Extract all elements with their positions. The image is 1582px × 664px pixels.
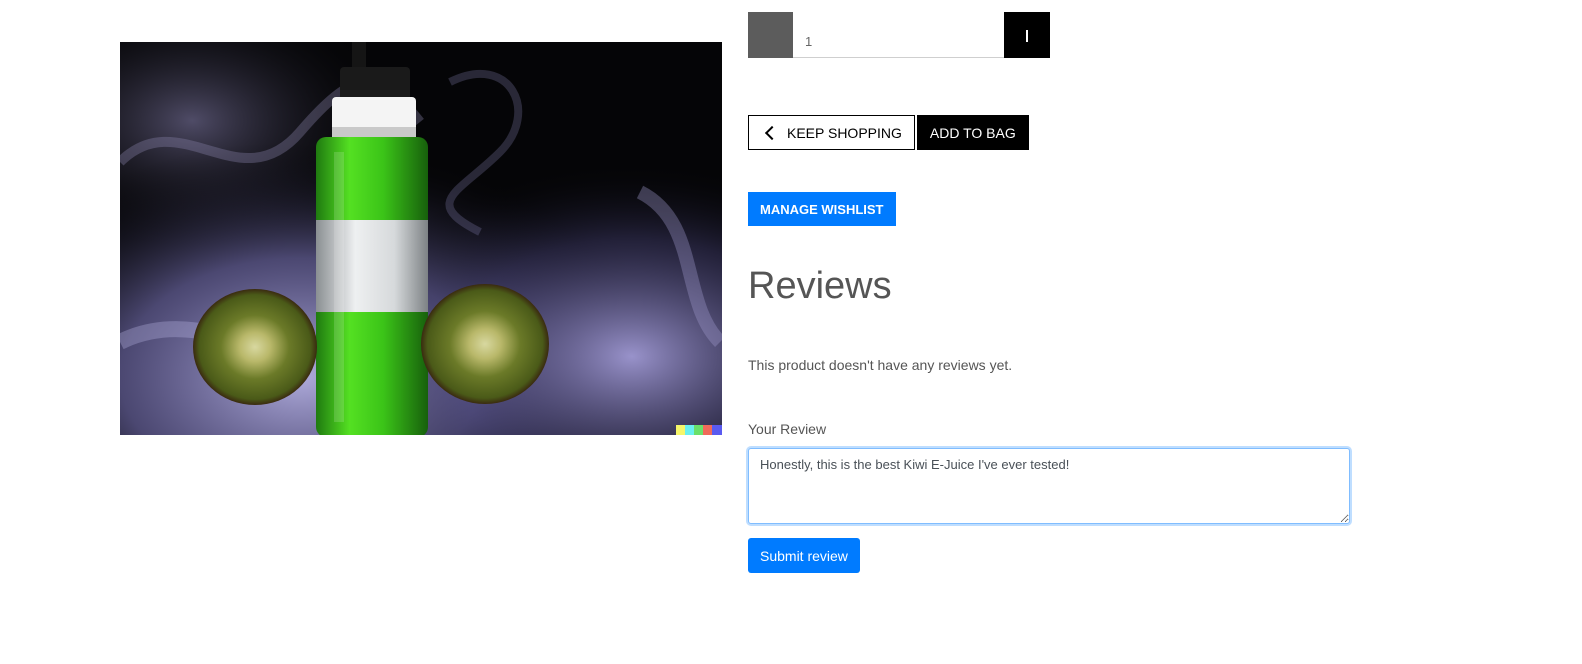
review-field-label: Your Review [748,421,827,437]
reviews-heading: Reviews [748,265,892,307]
keep-shopping-button[interactable]: KEEP SHOPPING [748,115,915,150]
no-reviews-message: This product doesn't have any reviews ye… [748,357,1013,373]
submit-review-button[interactable]: Submit review [748,538,860,573]
keep-shopping-label: KEEP SHOPPING [787,124,902,141]
product-page: KEEP SHOPPING ADD TO BAG MANAGE WISHLIST… [0,0,1582,664]
chevron-left-icon [764,125,780,140]
manage-wishlist-button[interactable]: MANAGE WISHLIST [748,192,896,226]
cart-actions: KEEP SHOPPING ADD TO BAG [748,115,1029,150]
quantity-input[interactable] [793,12,1004,58]
add-to-bag-button[interactable]: ADD TO BAG [916,115,1029,150]
review-textarea[interactable]: Honestly, this is the best Kiwi E-Juice … [748,448,1350,524]
quantity-increase-button[interactable] [1004,12,1050,58]
quantity-decrease-button[interactable] [748,12,793,58]
quantity-stepper [748,12,1050,58]
plus-icon [1026,30,1028,42]
add-to-bag-label: ADD TO BAG [929,124,1016,141]
product-image [120,42,722,435]
